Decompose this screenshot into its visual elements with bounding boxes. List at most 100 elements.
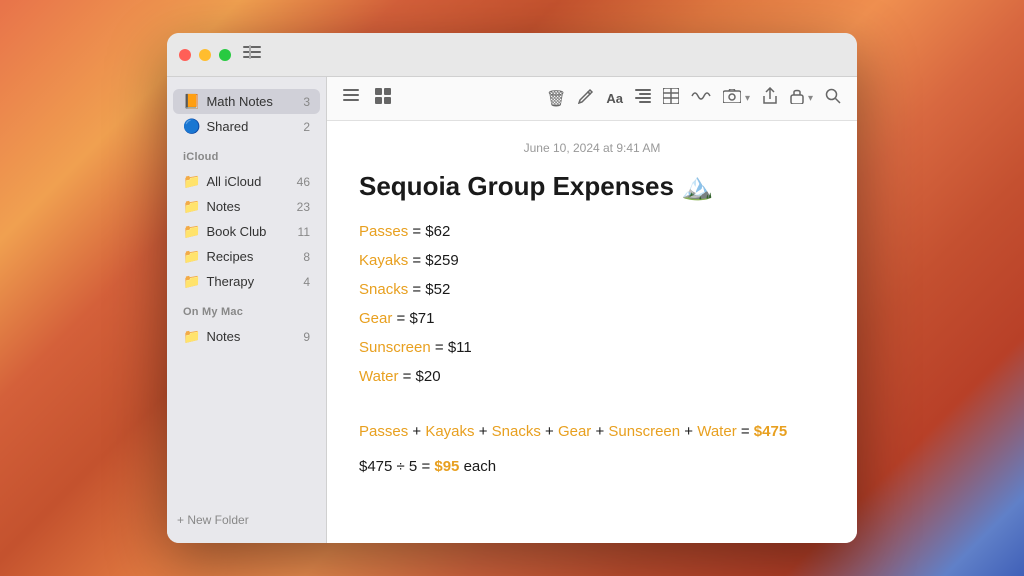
indent-icon[interactable] — [635, 89, 651, 108]
recipes-count: 8 — [303, 250, 310, 264]
list-view-icon[interactable] — [343, 89, 359, 108]
compose-icon[interactable] — [578, 88, 594, 109]
table-icon[interactable] — [663, 88, 679, 109]
formula-result: $475 — [754, 423, 787, 440]
sidebar-toggle-icon[interactable] — [243, 45, 261, 64]
math-notes-icon: 📙 — [183, 93, 200, 110]
water-equals: = $20 — [403, 368, 441, 385]
shared-count: 2 — [303, 120, 310, 134]
snacks-line: Snacks = $52 — [359, 276, 825, 303]
notes-label: Notes — [206, 199, 296, 214]
all-icloud-icon: 📁 — [183, 173, 200, 190]
kayaks-line: Kayaks = $259 — [359, 247, 825, 274]
wave-icon[interactable] — [691, 89, 711, 108]
share-icon[interactable] — [762, 87, 778, 110]
new-folder-button[interactable]: + New Folder — [177, 513, 316, 527]
sunscreen-label: Sunscreen — [359, 339, 431, 356]
passes-equals: = $62 — [412, 223, 450, 240]
all-icloud-count: 46 — [297, 175, 310, 189]
calc-line: $475 ÷ 5 = $95 each — [359, 453, 825, 480]
main-area: 📙 Math Notes 3 🔵 Shared 2 iCloud 📁 All i… — [167, 77, 857, 543]
water-label: Water — [359, 368, 398, 385]
notes-icon: 📁 — [183, 198, 200, 215]
sidebar-item-math-notes[interactable]: 📙 Math Notes 3 — [173, 89, 320, 114]
water-line: Water = $20 — [359, 363, 825, 390]
formula-line: Passes + Kayaks + Snacks + Gear + Sunscr… — [359, 418, 825, 445]
search-icon[interactable] — [825, 88, 841, 109]
passes-label: Passes — [359, 223, 408, 240]
formula-kayaks: Kayaks — [425, 423, 474, 440]
sidebar-item-shared[interactable]: 🔵 Shared 2 — [173, 114, 320, 139]
icloud-section: 📁 All iCloud 46 📁 Notes 23 📁 Book Club 1… — [167, 165, 326, 298]
toolbar-right: 🗑 Aa — [546, 87, 841, 110]
shared-icon: 🔵 — [183, 118, 200, 135]
lock-dropdown-icon[interactable]: ▾ — [808, 93, 813, 104]
notes-local-count: 9 — [303, 330, 310, 344]
calc-text: $475 ÷ 5 = — [359, 458, 434, 475]
formula-sunscreen: Sunscreen — [608, 423, 680, 440]
shared-label: Shared — [206, 119, 303, 134]
note-timestamp: June 10, 2024 at 9:41 AM — [359, 141, 825, 155]
passes-line: Passes = $62 — [359, 218, 825, 245]
calc-result: $95 — [434, 458, 459, 475]
sidebar-item-recipes[interactable]: 📁 Recipes 8 — [173, 244, 320, 269]
math-notes-count: 3 — [303, 95, 310, 109]
sunscreen-line: Sunscreen = $11 — [359, 334, 825, 361]
snacks-label: Snacks — [359, 281, 408, 298]
close-button[interactable] — [179, 49, 191, 61]
math-notes-label: Math Notes — [206, 94, 303, 109]
content-panel: 🗑 Aa — [327, 77, 857, 543]
new-folder-label: + New Folder — [177, 513, 249, 527]
gear-equals: = $71 — [397, 310, 435, 327]
trash-icon[interactable]: 🗑 — [546, 89, 566, 109]
sidebar-item-therapy[interactable]: 📁 Therapy 4 — [173, 269, 320, 294]
therapy-icon: 📁 — [183, 273, 200, 290]
sidebar-item-notes-local[interactable]: 📁 Notes 9 — [173, 324, 320, 349]
maximize-button[interactable] — [219, 49, 231, 61]
kayaks-equals: = $259 — [412, 252, 458, 269]
note-title: Sequoia Group Expenses 🏔️ — [359, 171, 825, 202]
kayaks-label: Kayaks — [359, 252, 408, 269]
sidebar: 📙 Math Notes 3 🔵 Shared 2 iCloud 📁 All i… — [167, 77, 327, 543]
onmymac-section-label: On My Mac — [167, 298, 326, 320]
notes-window: 📙 Math Notes 3 🔵 Shared 2 iCloud 📁 All i… — [167, 33, 857, 543]
book-club-count: 11 — [298, 225, 310, 239]
note-title-text: Sequoia Group Expenses 🏔️ — [359, 171, 714, 201]
onmymac-section: 📁 Notes 9 — [167, 320, 326, 353]
notes-local-icon: 📁 — [183, 328, 200, 345]
formula-gear: Gear — [558, 423, 591, 440]
camera-icon[interactable] — [723, 89, 741, 108]
book-club-label: Book Club — [206, 224, 297, 239]
pinned-section: 📙 Math Notes 3 🔵 Shared 2 — [167, 85, 326, 143]
divider — [359, 400, 825, 408]
formula-snacks: Snacks — [492, 423, 541, 440]
gear-label: Gear — [359, 310, 392, 327]
titlebar — [167, 33, 857, 77]
sidebar-item-notes[interactable]: 📁 Notes 23 — [173, 194, 320, 219]
lock-icon[interactable] — [790, 88, 804, 109]
gear-line: Gear = $71 — [359, 305, 825, 332]
sidebar-item-book-club[interactable]: 📁 Book Club 11 — [173, 219, 320, 244]
note-area[interactable]: June 10, 2024 at 9:41 AM Sequoia Group E… — [327, 121, 857, 543]
camera-dropdown-icon[interactable]: ▾ — [745, 93, 750, 104]
note-toolbar: 🗑 Aa — [327, 77, 857, 121]
book-club-icon: 📁 — [183, 223, 200, 240]
font-icon[interactable]: Aa — [606, 91, 623, 106]
minimize-button[interactable] — [199, 49, 211, 61]
all-icloud-label: All iCloud — [206, 174, 296, 189]
therapy-label: Therapy — [206, 274, 303, 289]
calc-suffix: each — [464, 458, 497, 475]
notes-local-label: Notes — [206, 329, 303, 344]
traffic-lights — [179, 49, 231, 61]
recipes-icon: 📁 — [183, 248, 200, 265]
formula-passes: Passes — [359, 423, 408, 440]
icloud-section-label: iCloud — [167, 143, 326, 165]
sidebar-footer: + New Folder — [167, 505, 326, 535]
grid-view-icon[interactable] — [375, 88, 391, 109]
sidebar-item-all-icloud[interactable]: 📁 All iCloud 46 — [173, 169, 320, 194]
notes-count: 23 — [297, 200, 310, 214]
therapy-count: 4 — [303, 275, 310, 289]
formula-water: Water — [697, 423, 736, 440]
note-body: Passes = $62 Kayaks = $259 Snacks = $52 … — [359, 218, 825, 480]
toolbar-left — [343, 88, 391, 109]
